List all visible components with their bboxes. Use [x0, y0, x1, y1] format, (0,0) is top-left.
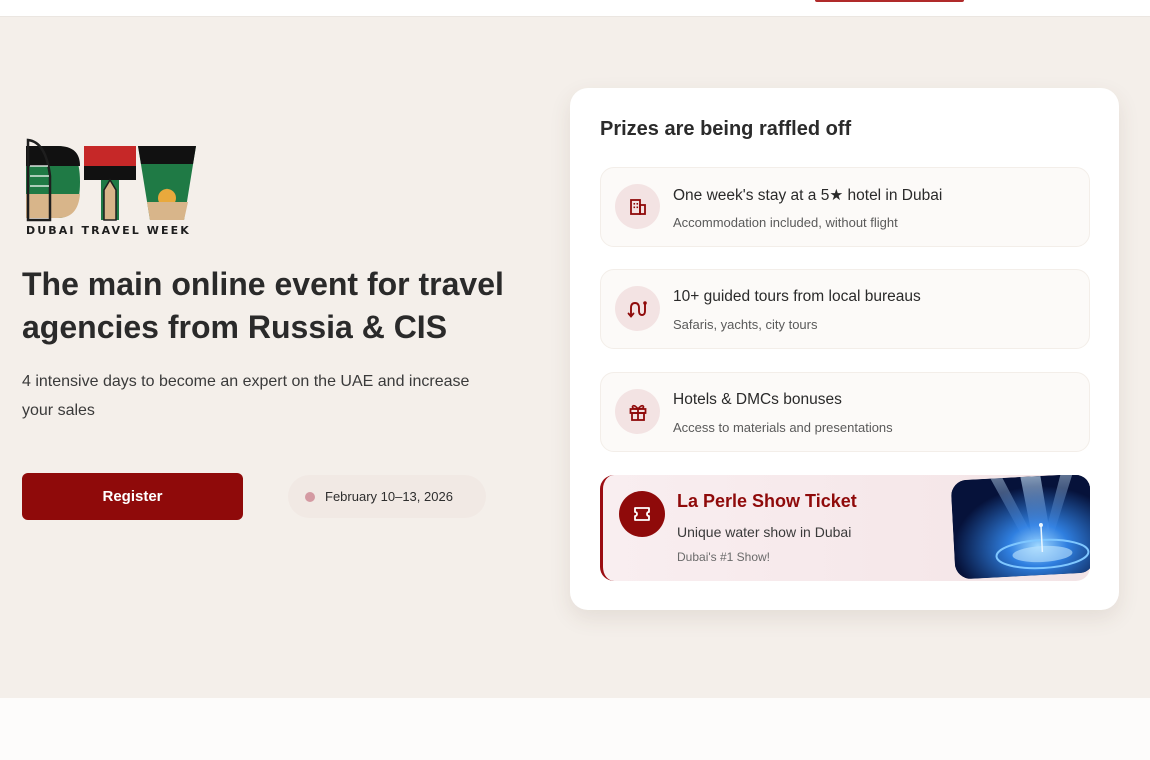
prize-item-hotel: One week's stay at a 5★ hotel in Dubai A…	[600, 167, 1090, 247]
prize-item-tours: 10+ guided tours from local bureaus Safa…	[600, 269, 1090, 349]
prize-subtitle: Access to materials and presentations	[673, 420, 893, 435]
prize-title: 10+ guided tours from local bureaus	[673, 288, 921, 305]
featured-prize-note: Dubai's #1 Show!	[677, 550, 771, 564]
la-perle-show-image	[950, 475, 1090, 580]
prizes-card: Prizes are being raffled off One week's …	[570, 88, 1119, 610]
next-section	[0, 698, 1150, 760]
event-date: February 10–13, 2026	[325, 489, 453, 504]
nav-button-edge[interactable]	[815, 0, 964, 2]
logo-caption: DUBAI TRAVEL WEEK	[26, 224, 191, 237]
date-dot-icon	[305, 491, 315, 502]
route-icon	[615, 286, 660, 331]
ticket-icon	[619, 491, 665, 537]
prize-item-bonuses: Hotels & DMCs bonuses Access to material…	[600, 372, 1090, 452]
register-button[interactable]: Register	[22, 473, 243, 520]
top-navbar	[0, 0, 1150, 17]
prizes-heading: Prizes are being raffled off	[600, 118, 852, 140]
hotel-icon	[615, 184, 660, 229]
dtw-logo-mark	[26, 138, 196, 222]
prize-item-la-perle[interactable]: La Perle Show Ticket Unique water show i…	[600, 475, 1090, 581]
prize-subtitle: Accommodation included, without flight	[673, 215, 898, 230]
prize-title: Hotels & DMCs bonuses	[673, 391, 842, 408]
gift-icon	[615, 389, 660, 434]
prize-subtitle: Safaris, yachts, city tours	[673, 317, 818, 332]
hero-subtitle: 4 intensive days to become an expert on …	[22, 373, 470, 419]
hero-title: The main online event for travel agencie…	[22, 266, 504, 345]
event-date-badge: February 10–13, 2026	[288, 475, 486, 518]
dtw-logo[interactable]: DUBAI TRAVEL WEEK	[24, 136, 200, 240]
prize-title: One week's stay at a 5★ hotel in Dubai	[673, 187, 943, 204]
featured-prize-title: La Perle Show Ticket	[677, 491, 857, 511]
featured-prize-subtitle: Unique water show in Dubai	[677, 524, 852, 540]
